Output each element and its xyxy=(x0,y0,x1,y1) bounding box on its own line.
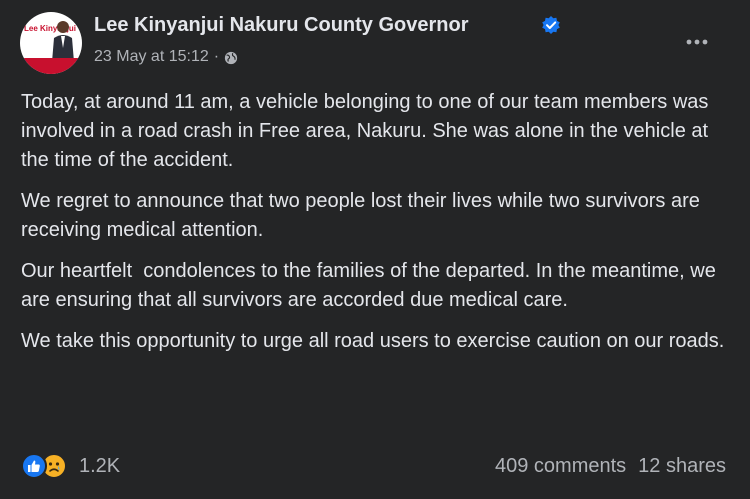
avatar-red-band xyxy=(20,58,82,74)
meta-separator: · xyxy=(213,48,220,65)
comments-count-link[interactable]: 409 comments xyxy=(495,455,626,478)
post-text: Today, at around 11 am, a vehicle belong… xyxy=(21,88,731,368)
post-footer: 1.2K 409 comments 12 shares xyxy=(21,450,726,482)
reaction-count[interactable]: 1.2K xyxy=(79,455,120,478)
person-figure-icon xyxy=(52,21,74,62)
post-stats: 409 comments 12 shares xyxy=(495,452,726,480)
post-meta: 23 May at 15:12 · xyxy=(94,48,238,66)
more-horizontal-icon xyxy=(686,39,708,45)
reactions-summary[interactable]: 1.2K xyxy=(21,452,120,480)
verified-badge-icon xyxy=(542,16,560,34)
more-options-button[interactable] xyxy=(675,28,719,56)
page-name-link[interactable]: Lee Kinyanjui Nakuru County Governor xyxy=(94,14,469,37)
post-paragraph: We take this opportunity to urge all roa… xyxy=(21,330,725,352)
post-paragraph: We regret to announce that two people lo… xyxy=(21,190,706,241)
post-paragraph: Today, at around 11 am, a vehicle belong… xyxy=(21,91,714,171)
shares-count-link[interactable]: 12 shares xyxy=(638,455,726,478)
post-timestamp[interactable]: 23 May at 15:12 xyxy=(94,48,209,66)
like-icon xyxy=(21,453,47,479)
globe-icon xyxy=(224,51,238,65)
page-avatar[interactable]: Lee Kinyanjui xyxy=(20,12,82,74)
post-paragraph: Our heartfelt condolences to the familie… xyxy=(21,260,722,311)
